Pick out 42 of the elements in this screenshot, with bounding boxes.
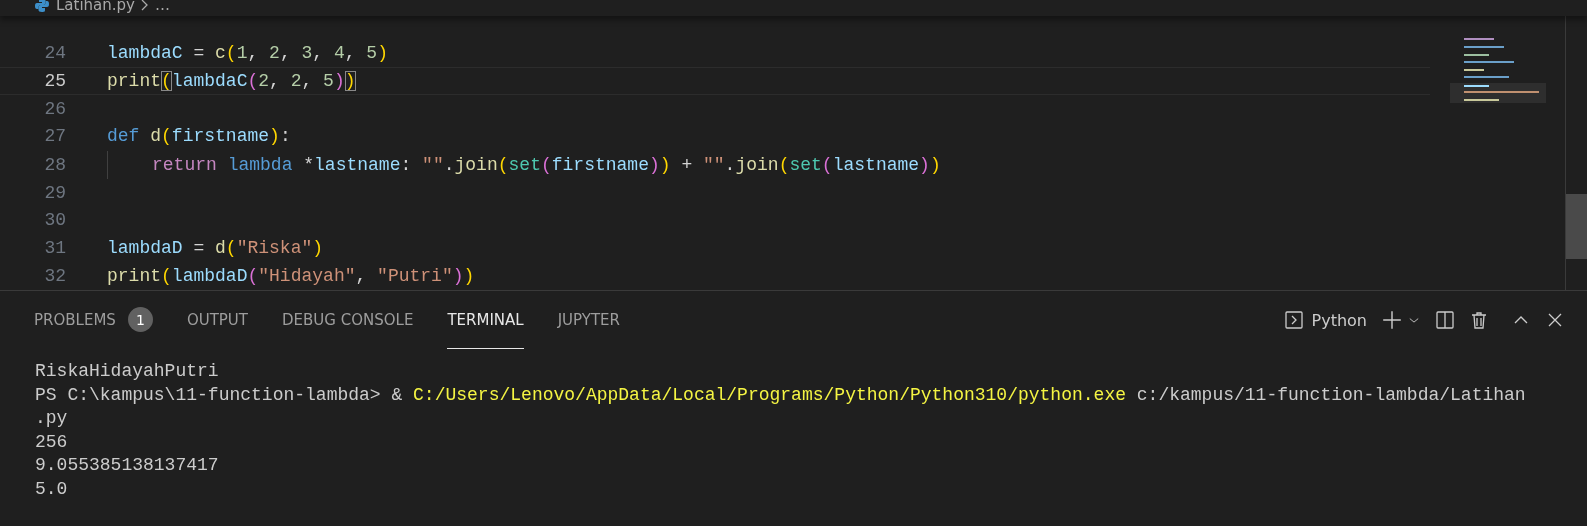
code-text: print(lambdaC(2, 2, 5)) bbox=[107, 70, 356, 91]
tab-label: PROBLEMS bbox=[34, 310, 116, 329]
line-number: 32 bbox=[43, 266, 66, 287]
terminal-line: .py bbox=[35, 407, 69, 430]
line-number: 27 bbox=[43, 126, 66, 147]
terminal-selector[interactable]: Python bbox=[1283, 310, 1367, 330]
terminal-line: PS C:\kampus\11-function-lambda> & C:/Users/Lenovo/AppData/Local/Programs/Python/Python310/python.exe c:/kampus/11-function-lambda/Latihan bbox=[35, 383, 1527, 407]
panel-tab[interactable]: TERMINAL bbox=[447, 291, 524, 349]
terminal-line: 9.055385138137417 bbox=[35, 454, 220, 477]
tab-label: JUPYTER bbox=[557, 310, 620, 329]
terminal-line: 256 bbox=[35, 430, 69, 454]
panel-tab[interactable]: PROBLEMS 1 bbox=[34, 291, 153, 349]
line-number: 24 bbox=[43, 42, 66, 63]
terminal-icon bbox=[1283, 310, 1304, 330]
panel-tab[interactable]: JUPYTER bbox=[557, 291, 620, 349]
terminal-line: RiskaHidayahPutri bbox=[35, 360, 220, 383]
line-number: 30 bbox=[43, 210, 66, 231]
code-text: def d(firstname): bbox=[107, 126, 291, 147]
breadcrumb-more[interactable]: … bbox=[155, 0, 170, 14]
code-text: lambdaD = d("Riska") bbox=[107, 238, 324, 259]
terminal-line: 5.0 bbox=[35, 477, 69, 501]
scrollbar[interactable] bbox=[1565, 16, 1587, 290]
chevron-right-icon bbox=[141, 0, 149, 11]
line-number: 25 bbox=[43, 70, 66, 91]
tab-label: DEBUG CONSOLE bbox=[282, 310, 414, 329]
panel-tab[interactable]: OUTPUT bbox=[186, 291, 248, 349]
python-icon bbox=[34, 0, 50, 13]
code-text: return lambda *lastname: "".join(set(firstname)) + "".join(set(lastname)) bbox=[152, 154, 941, 175]
line-number: 31 bbox=[43, 238, 66, 259]
code-text: print(lambdaD("Hidayah", "Putri")) bbox=[107, 266, 475, 287]
trash-icon[interactable] bbox=[1469, 310, 1489, 330]
plus-icon[interactable] bbox=[1381, 309, 1403, 331]
code-text: lambdaC = c(1, 2, 3, 4, 5) bbox=[107, 42, 388, 63]
panel-tab[interactable]: DEBUG CONSOLE bbox=[282, 291, 414, 349]
split-icon[interactable] bbox=[1435, 310, 1455, 330]
tab-label: TERMINAL bbox=[447, 310, 524, 329]
scrollbar-thumb[interactable] bbox=[1566, 194, 1587, 259]
line-number: 28 bbox=[43, 154, 66, 175]
problem-count: 1 bbox=[127, 307, 153, 332]
line-number: 29 bbox=[43, 182, 66, 203]
line-number: 26 bbox=[43, 98, 66, 119]
tab-label: OUTPUT bbox=[186, 310, 248, 329]
